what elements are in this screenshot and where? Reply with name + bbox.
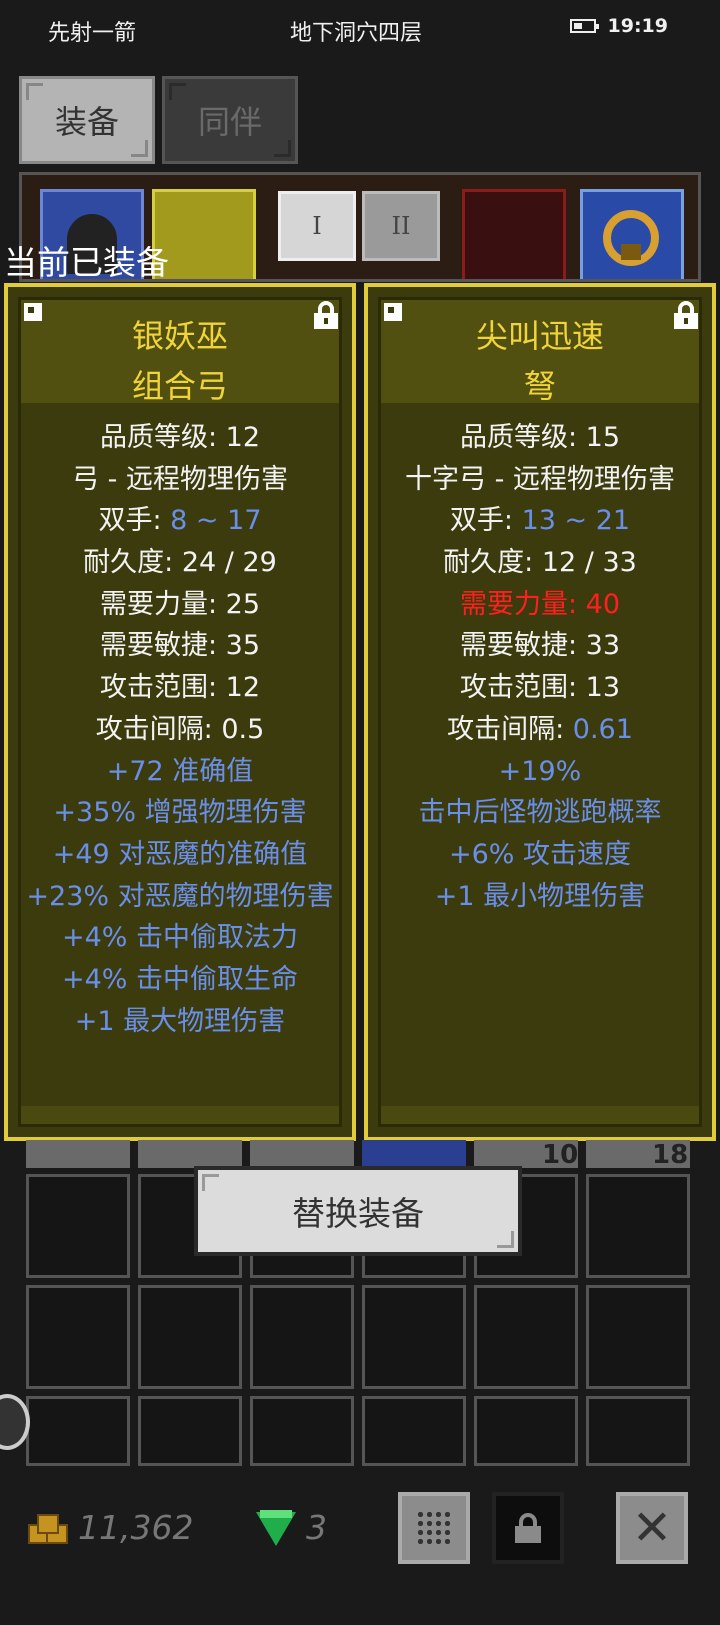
item-stat-line: 十字弓 - 远程物理伤害: [405, 463, 675, 495]
stat-label: 双手:: [449, 505, 522, 537]
equip-slot-armor[interactable]: [462, 189, 566, 279]
status-right: 19:19: [569, 15, 668, 37]
inventory-slot[interactable]: [586, 1285, 690, 1389]
item-stat-line: 需要敏捷: 33: [459, 630, 621, 662]
inventory-slot[interactable]: [138, 1140, 242, 1168]
inventory-slot[interactable]: [138, 1285, 242, 1389]
item-stat-line: 击中后怪物逃跑概率: [418, 797, 662, 829]
item-stat-line: 攻击范围: 12: [99, 672, 261, 704]
gold-amount: 11,362: [78, 1508, 194, 1547]
grid-icon: [416, 1510, 452, 1546]
item-stat-line: +1 最小物理伤害: [434, 880, 646, 912]
corner-decoration: [497, 1231, 514, 1248]
inventory-slot[interactable]: [26, 1285, 130, 1389]
inventory-slot[interactable]: [586, 1174, 690, 1278]
corner-decoration: [26, 83, 43, 100]
equip-slot-amulet[interactable]: [580, 189, 684, 279]
item-stat-line: +35% 增强物理伤害: [53, 797, 307, 829]
item-stat-line: +72 准确值: [106, 755, 254, 787]
location-title: 地下洞穴四层: [290, 21, 423, 46]
item-stat-line: +4% 击中偷取生命: [61, 963, 299, 995]
weapon-set-1-button[interactable]: I: [278, 191, 356, 261]
inventory-slot[interactable]: [26, 1174, 130, 1278]
corner-decoration: [131, 140, 148, 157]
card-footer: [381, 1106, 699, 1124]
stat-value: 8 ~ 17: [170, 505, 262, 537]
stack-count: 10: [542, 1140, 579, 1170]
item-stat-line: 攻击间隔: 0.61: [368, 709, 712, 751]
inventory-slot[interactable]: [362, 1140, 466, 1168]
stack-count: 18: [652, 1140, 689, 1170]
amulet-icon: [603, 210, 659, 266]
inventory-slot[interactable]: [362, 1285, 466, 1389]
card-footer: [21, 1106, 339, 1124]
close-button[interactable]: ✕: [616, 1492, 688, 1564]
item-stat-line: 弓 - 远程物理伤害: [72, 463, 288, 495]
item-stat-line: 耐久度: 12 / 33: [443, 547, 637, 579]
item-stat-line: +1 最大物理伤害: [74, 1005, 286, 1037]
item-stat-line: +19%: [498, 755, 582, 787]
inventory-slot[interactable]: [26, 1140, 130, 1168]
item-stat-line: 需要敏捷: 35: [99, 630, 261, 662]
inventory-slot[interactable]: [250, 1285, 354, 1389]
item-stats: 品质等级: 15 十字弓 - 远程物理伤害双手: 13 ~ 21 耐久度: 12 /…: [368, 417, 712, 917]
inventory-slot[interactable]: [362, 1396, 466, 1466]
item-stat-line: 攻击间隔: 0.5: [95, 713, 265, 745]
inventory-slot[interactable]: [138, 1396, 242, 1466]
stat-label: 攻击间隔:: [447, 713, 573, 745]
inventory-slot[interactable]: [586, 1396, 690, 1466]
gem-amount: 3: [306, 1508, 327, 1547]
corner-decoration: [202, 1174, 219, 1191]
item-name-base: 组合弓: [131, 367, 228, 405]
item-stats: 品质等级: 12 弓 - 远程物理伤害双手: 8 ~ 17 耐久度: 24 / 29…: [8, 417, 352, 1042]
status-left-text: 先射一箭: [48, 21, 137, 46]
tab-equipment[interactable]: 装备: [19, 76, 155, 164]
inventory-slot[interactable]: [26, 1396, 130, 1466]
stat-value: 0.61: [572, 713, 633, 745]
item-stat-line: 双手: 8 ~ 17: [8, 500, 352, 542]
replace-equipment-label: 替换装备: [292, 1194, 424, 1233]
inventory-slot[interactable]: [250, 1140, 354, 1168]
item-name-prefix: 尖叫迅速: [475, 317, 604, 355]
status-bar: 先射一箭 地下洞穴四层 19:19: [0, 0, 720, 60]
stat-value: 13 ~ 21: [521, 505, 631, 537]
lock-mode-button[interactable]: [492, 1492, 564, 1564]
clock: 19:19: [607, 15, 668, 37]
item-card-candidate: 尖叫迅速 弩 品质等级: 15 十字弓 - 远程物理伤害双手: 13 ~ 21 耐久…: [364, 283, 716, 1141]
sort-grid-button[interactable]: [398, 1492, 470, 1564]
stat-label: 双手:: [98, 505, 171, 537]
item-stat-line: 攻击范围: 13: [459, 672, 621, 704]
item-card-equipped: 银妖巫 组合弓 品质等级: 12 弓 - 远程物理伤害双手: 8 ~ 17 耐久度:…: [4, 283, 356, 1141]
equipped-title: 当前已装备: [4, 243, 169, 282]
inventory-slot[interactable]: [474, 1285, 578, 1389]
gold-icon: [28, 1514, 68, 1544]
item-stat-line: +4% 击中偷取法力: [61, 922, 299, 954]
item-stat-line: +49 对恶魔的准确值: [52, 838, 308, 870]
item-name-prefix: 银妖巫: [131, 317, 228, 355]
item-stat-line: 耐久度: 24 / 29: [83, 547, 277, 579]
weapon-set-2-button[interactable]: II: [362, 191, 440, 261]
item-stat-line: 需要力量: 25: [99, 588, 261, 620]
inventory-slot[interactable]: [474, 1396, 578, 1466]
item-stat-line: +6% 攻击速度: [448, 838, 632, 870]
tab-companion-label: 同伴: [197, 103, 262, 141]
item-stat-line: 品质等级: 12: [99, 422, 261, 453]
replace-equipment-button[interactable]: 替换装备: [194, 1166, 522, 1256]
item-name-base: 弩: [523, 367, 556, 405]
item-stat-line: 双手: 13 ~ 21: [368, 500, 712, 542]
corner-decoration: [274, 140, 291, 157]
close-icon: ✕: [631, 1500, 673, 1556]
tab-companion[interactable]: 同伴: [162, 76, 298, 164]
battery-icon: [569, 19, 599, 33]
item-stat-line: 品质等级: 15: [459, 422, 621, 453]
inventory-slot[interactable]: [250, 1396, 354, 1466]
corner-decoration: [169, 83, 186, 100]
item-stat-line: 需要力量: 40: [459, 588, 621, 620]
lock-icon: [515, 1513, 541, 1543]
gem-icon: [256, 1510, 296, 1546]
tab-equipment-label: 装备: [54, 103, 119, 141]
item-stat-line: +23% 对恶魔的物理伤害: [26, 880, 334, 912]
